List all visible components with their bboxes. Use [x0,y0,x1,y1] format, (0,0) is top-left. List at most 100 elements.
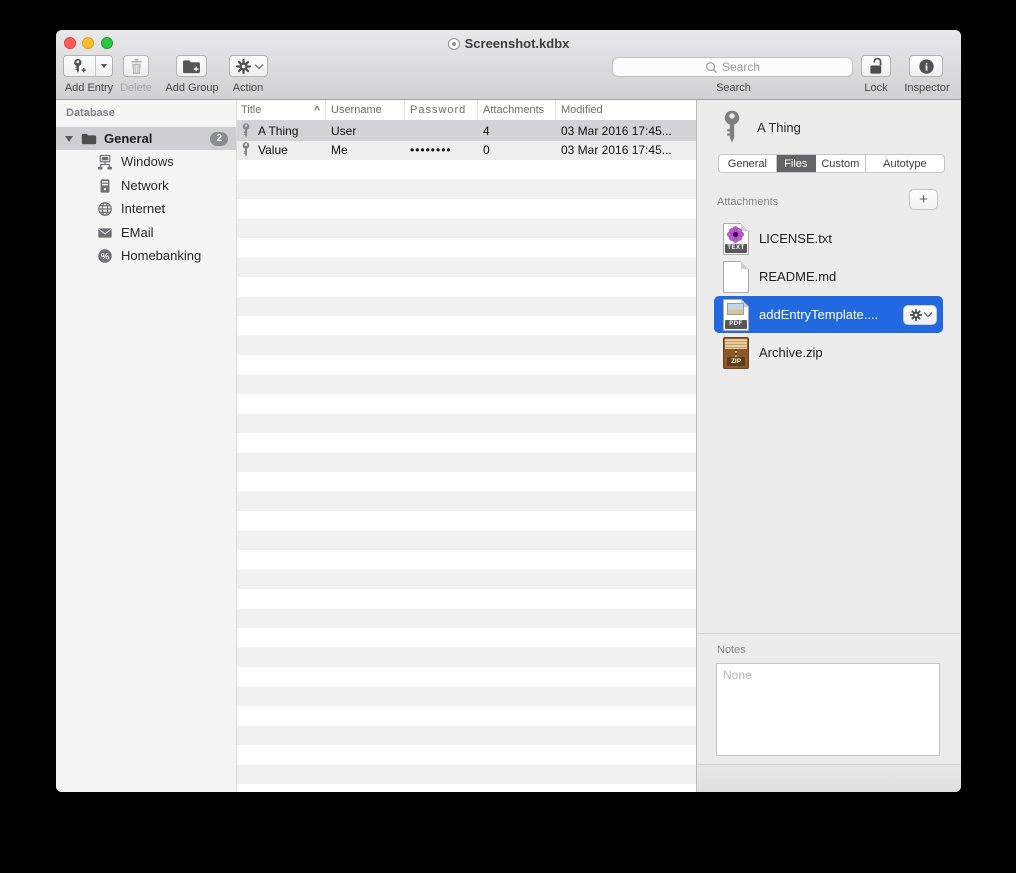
window-chrome: Screenshot.kdbx Add Entry [56,30,961,100]
attachment-row[interactable]: TEXT LICENSE.txt [714,220,943,257]
inspector-footer [697,764,961,792]
file-type-badge: TEXT [725,244,747,253]
add-entry-label: Add Entry [56,82,122,94]
envelope-icon [97,225,113,241]
gear-icon [910,309,922,321]
attachment-name: README.md [759,269,836,284]
svg-text:i: i [924,61,927,73]
disclosure-triangle-icon[interactable] [65,136,73,142]
entry-title: A Thing [258,124,298,138]
search-placeholder: Search [722,60,760,74]
action-label: Action [222,82,274,94]
gear-icon [236,59,251,74]
tab-autotype[interactable]: Autotype [866,155,944,172]
tab-custom[interactable]: Custom [816,155,866,172]
zip-file-icon: ZIP [723,337,749,369]
windows-icon [97,154,113,170]
inspector-entry-title: A Thing [757,120,801,135]
sidebar-item-email[interactable]: EMail [56,221,236,244]
sidebar-item-general[interactable]: General 2 [56,127,236,150]
attachment-row-selected[interactable]: PDF addEntryTemplate.... [714,296,943,333]
divider [697,633,961,634]
plain-file-icon [723,261,749,293]
column-header-attachments[interactable]: Attachments [478,100,556,120]
attachment-name: LICENSE.txt [759,231,832,246]
entry-modified: 03 Mar 2016 17:45... [556,124,696,138]
table-row[interactable]: A Thing User 4 03 Mar 2016 17:45... [237,121,696,141]
add-entry-button[interactable] [63,55,113,77]
percent-icon: % [97,248,113,264]
entry-password: •••••••• [405,143,478,157]
attachment-action-button[interactable] [903,305,937,325]
sidebar-item-label: Homebanking [121,248,201,263]
sidebar-item-homebanking[interactable]: % Homebanking [56,244,236,267]
tab-files[interactable]: Files [777,155,816,172]
sidebar-item-label: Windows [121,154,174,169]
titlebar: Screenshot.kdbx [56,35,961,52]
dropdown-triangle-icon [101,64,107,68]
key-plus-icon[interactable] [64,56,95,76]
lock-label: Lock [856,82,896,94]
delete-label: Delete [116,82,156,94]
document-icon [448,38,460,50]
notes-textarea[interactable] [716,663,940,756]
sidebar-item-network[interactable]: Network [56,174,236,197]
svg-text:%: % [101,251,110,261]
sidebar-section-header: Database [66,107,115,119]
table-row[interactable]: Value Me •••••••• 0 03 Mar 2016 17:45... [237,141,696,161]
attachment-row[interactable]: ZIP Archive.zip [714,334,943,371]
search-label: Search [696,82,771,94]
window-title: Screenshot.kdbx [465,36,570,51]
sidebar-item-label: Internet [121,201,165,216]
app-window: Screenshot.kdbx Add Entry [56,30,961,792]
inspector-tabs: General Files Custom Autotype [718,154,945,173]
pdf-file-icon: PDF [723,299,749,331]
key-icon [722,110,742,145]
chevron-down-icon [923,309,931,317]
sidebar-item-label: EMail [121,225,154,240]
folder-plus-icon [182,59,201,74]
search-icon [705,61,718,74]
column-header-modified[interactable]: Modified [556,100,696,120]
action-button[interactable] [229,55,268,77]
add-entry-dropdown[interactable] [95,56,112,76]
add-group-button[interactable] [176,55,207,77]
globe-icon [97,201,113,217]
attachment-row[interactable]: README.md [714,258,943,295]
entry-table: Title ^ Username Password Attachments Mo… [237,100,696,792]
inspector-button[interactable]: i [909,55,943,77]
sort-ascending-icon: ^ [314,105,320,116]
notes-label: Notes [717,644,746,656]
column-header-username[interactable]: Username [326,100,405,120]
add-attachment-button[interactable]: + [909,189,938,210]
trash-icon [129,58,144,75]
delete-button[interactable] [123,55,149,77]
entry-title: Value [258,143,288,157]
inspector-panel: A Thing General Files Custom Autotype At… [696,100,961,792]
empty-row-stripes [237,160,696,792]
sidebar-item-internet[interactable]: Internet [56,197,236,220]
sidebar-item-windows[interactable]: Windows [56,150,236,173]
sidebar: Database General 2 [56,100,237,792]
entry-modified: 03 Mar 2016 17:45... [556,143,696,157]
entry-count-badge: 2 [210,132,228,146]
sidebar-item-label: Network [121,178,169,193]
column-header-password[interactable]: Password [405,100,478,120]
entry-attachment-count: 0 [478,143,556,157]
pdf-thumbnail [727,303,744,315]
key-icon [241,123,251,139]
chevron-down-icon [254,60,262,68]
column-header-title[interactable]: Title ^ [237,100,326,120]
search-input[interactable]: Search [612,57,853,77]
file-type-badge: PDF [725,320,747,329]
unlocked-padlock-icon [868,57,885,76]
attachment-name: addEntryTemplate.... [759,307,878,322]
entry-attachment-count: 4 [478,124,556,138]
key-icon [241,142,251,158]
table-header: Title ^ Username Password Attachments Mo… [237,100,696,121]
entry-username: Me [326,143,405,157]
tab-general[interactable]: General [719,155,777,172]
lock-button[interactable] [861,55,891,77]
attachments-label: Attachments [717,196,778,208]
text-file-icon: TEXT [723,223,749,255]
